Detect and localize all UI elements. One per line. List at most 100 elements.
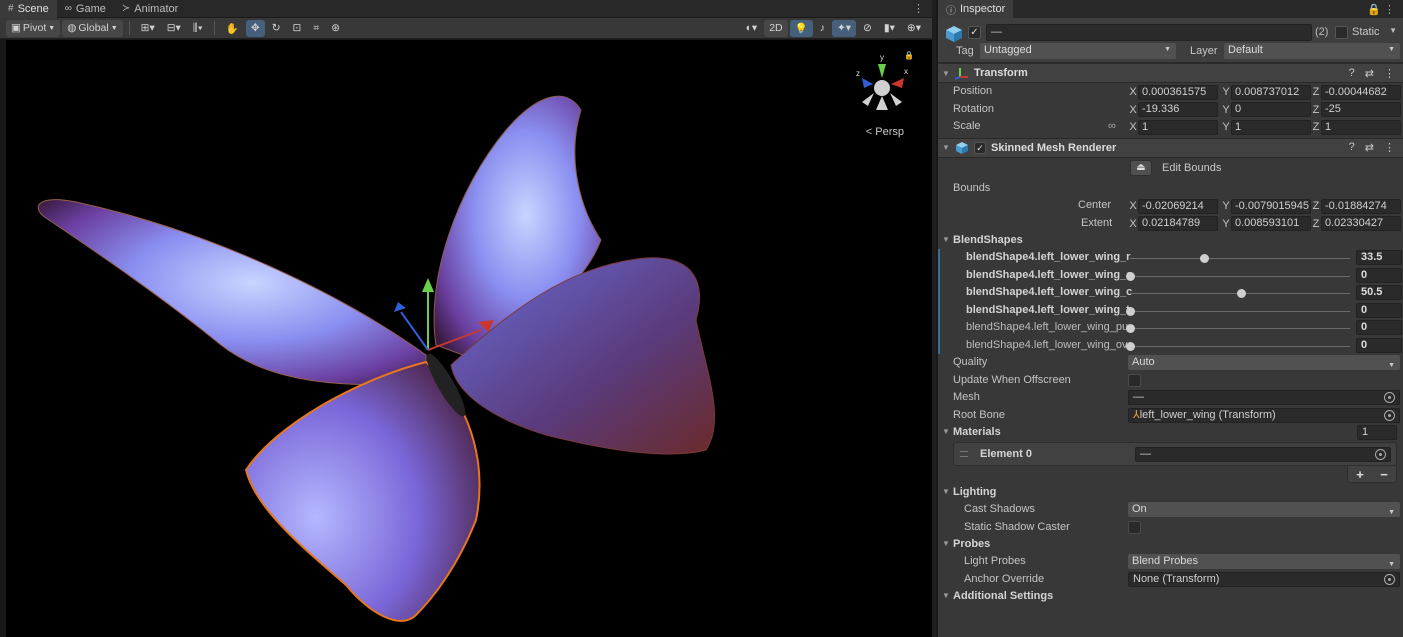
fold-arrow-icon[interactable]: ▼	[942, 591, 950, 600]
fold-arrow-icon[interactable]: ▼	[942, 69, 954, 78]
rotation-y-field[interactable]: 0	[1231, 102, 1311, 117]
blendshape-value-field[interactable]: 0	[1356, 267, 1402, 283]
center-y-field[interactable]: -0.0079015945	[1231, 198, 1311, 214]
fold-arrow-icon[interactable]: ▼	[942, 487, 950, 496]
add-element-button[interactable]: +	[1356, 467, 1364, 482]
mesh-field[interactable]: —	[1128, 390, 1400, 405]
lock-icon[interactable]: 🔒 ⋮	[1367, 3, 1403, 16]
pivot-dropdown[interactable]: ▣ Pivot ▼	[6, 19, 61, 37]
fold-arrow-icon[interactable]: ▼	[942, 235, 950, 244]
help-icon[interactable]: ?	[1349, 141, 1355, 154]
gizmo-z-arrow[interactable]	[394, 302, 406, 312]
camera-dropdown[interactable]: ▮▾	[879, 20, 900, 37]
blendshape-slider[interactable]	[1130, 258, 1350, 259]
draw-mode-dropdown[interactable]: ◐▾	[741, 20, 763, 37]
grid-snap-button[interactable]: ⊞▾	[136, 20, 160, 37]
fold-arrow-icon[interactable]: ▼	[942, 143, 954, 152]
lighting-toggle[interactable]: 💡	[789, 19, 813, 37]
object-picker-icon[interactable]	[1375, 449, 1386, 460]
more-menu-icon[interactable]: ⋮	[913, 2, 932, 15]
gizmo-y-arrow[interactable]	[422, 278, 434, 292]
remove-element-button[interactable]: −	[1380, 467, 1388, 482]
update-offscreen-checkbox[interactable]	[1128, 373, 1141, 387]
static-checkbox[interactable]	[1335, 26, 1348, 39]
component-enabled-checkbox[interactable]: ✓	[974, 141, 986, 154]
materials-count-field[interactable]: 1	[1357, 425, 1397, 440]
drag-handle-icon[interactable]	[960, 451, 968, 457]
scale-tool-button[interactable]: ⊡	[288, 20, 307, 37]
slider-knob[interactable]	[1237, 289, 1247, 298]
chevron-down-icon[interactable]: ▼	[1389, 26, 1397, 35]
effects-dropdown[interactable]: ✦▾	[831, 19, 857, 37]
increment-snap-button[interactable]: ⊟▾	[162, 20, 186, 37]
cast-shadows-dropdown[interactable]: On ▼	[1128, 502, 1400, 517]
tab-animator[interactable]: ≻ Animator	[114, 0, 186, 18]
slider-knob[interactable]	[1126, 306, 1135, 316]
blendshape-slider[interactable]	[1130, 345, 1350, 347]
global-dropdown[interactable]: ◍ Global ▼	[62, 19, 123, 37]
slider-knob[interactable]	[1126, 324, 1135, 333]
scale-x-field[interactable]: 1	[1138, 119, 1218, 135]
extent-z-field[interactable]: 0.02330427	[1321, 216, 1401, 231]
tab-scene[interactable]: # Scene	[0, 0, 57, 18]
center-x-field[interactable]: -0.02069214	[1138, 198, 1218, 214]
slider-knob[interactable]	[1126, 341, 1135, 351]
rotation-z-field[interactable]: -25	[1321, 102, 1401, 117]
rotation-x-field[interactable]: -19.336	[1138, 102, 1218, 117]
slider-knob[interactable]	[1126, 271, 1135, 281]
gizmos-dropdown[interactable]: ⊕▾	[902, 20, 926, 37]
move-tool-button[interactable]: ✥	[245, 19, 265, 37]
position-y-field[interactable]: 0.008737012	[1231, 84, 1311, 100]
layer-dropdown[interactable]: Default ▼	[1224, 43, 1400, 59]
blendshape-slider[interactable]	[1130, 310, 1350, 312]
blendshapes-foldout[interactable]: ▼ BlendShapes	[938, 232, 1403, 249]
extent-y-field[interactable]: 0.008593101	[1231, 216, 1311, 231]
transform-header[interactable]: ▼ Transform ? ⇄ ⋮	[938, 63, 1403, 83]
rotate-tool-button[interactable]: ↻	[267, 20, 286, 37]
object-picker-icon[interactable]	[1384, 392, 1395, 403]
additional-settings-foldout[interactable]: ▼ Additional Settings	[938, 588, 1403, 605]
persp-label[interactable]: < Persp	[866, 126, 904, 138]
slider-knob[interactable]	[1199, 254, 1209, 263]
blendshape-value-field[interactable]: 0	[1356, 320, 1402, 335]
blendshape-slider[interactable]	[1130, 275, 1350, 277]
material-field[interactable]: —	[1135, 447, 1391, 462]
rect-tool-button[interactable]: ⌗	[308, 20, 324, 37]
position-x-field[interactable]: 0.000361575	[1138, 84, 1218, 100]
tab-game[interactable]: ∞ Game	[57, 0, 114, 18]
blendshape-value-field[interactable]: 50.5	[1356, 285, 1402, 300]
scale-z-field[interactable]: 1	[1321, 119, 1401, 135]
probes-foldout[interactable]: ▼ Probes	[938, 536, 1403, 553]
preset-icon[interactable]: ⇄	[1365, 141, 1374, 154]
active-checkbox[interactable]: ✓	[968, 26, 981, 39]
fold-arrow-icon[interactable]: ▼	[942, 539, 950, 548]
transform-tool-button[interactable]: ⊛	[326, 20, 345, 37]
preset-icon[interactable]: ⇄	[1365, 67, 1374, 80]
object-picker-icon[interactable]	[1384, 409, 1395, 421]
root-bone-field[interactable]: ⅄left_lower_wing (Transform)	[1128, 407, 1400, 423]
audio-toggle[interactable]: ♪	[815, 20, 830, 37]
link-icon[interactable]: ∞	[1108, 120, 1116, 132]
2d-toggle[interactable]: 2D	[764, 19, 788, 37]
lighting-foldout[interactable]: ▼ Lighting	[938, 484, 1403, 501]
fold-arrow-icon[interactable]: ▼	[942, 427, 950, 436]
more-icon[interactable]: ⋮	[1384, 141, 1395, 154]
hand-tool-button[interactable]: ✋	[221, 20, 244, 37]
butterfly-model[interactable]	[6, 40, 932, 637]
object-picker-icon[interactable]	[1384, 573, 1395, 585]
blendshape-slider[interactable]	[1130, 328, 1350, 329]
tag-dropdown[interactable]: Untagged ▼	[980, 43, 1176, 59]
skinned-mesh-renderer-header[interactable]: ▼ ✓ Skinned Mesh Renderer ? ⇄ ⋮	[938, 137, 1403, 158]
center-z-field[interactable]: -0.01884274	[1321, 198, 1401, 214]
help-icon[interactable]: ?	[1349, 67, 1355, 80]
scale-y-field[interactable]: 1	[1231, 119, 1311, 135]
hidden-objects-toggle[interactable]: ⊘	[858, 20, 877, 37]
edit-bounds-button[interactable]: ⏏	[1130, 159, 1152, 176]
object-name-field[interactable]: —	[986, 24, 1312, 41]
scene-viewport[interactable]: y z x 🔒 < Persp	[6, 40, 932, 637]
blendshape-value-field[interactable]: 33.5	[1356, 250, 1402, 265]
materials-foldout[interactable]: ▼ Materials 1	[938, 424, 1403, 441]
align-button[interactable]: ⫼▾	[188, 20, 208, 37]
anchor-override-field[interactable]: None (Transform)	[1128, 571, 1400, 587]
extent-x-field[interactable]: 0.02184789	[1138, 216, 1218, 231]
